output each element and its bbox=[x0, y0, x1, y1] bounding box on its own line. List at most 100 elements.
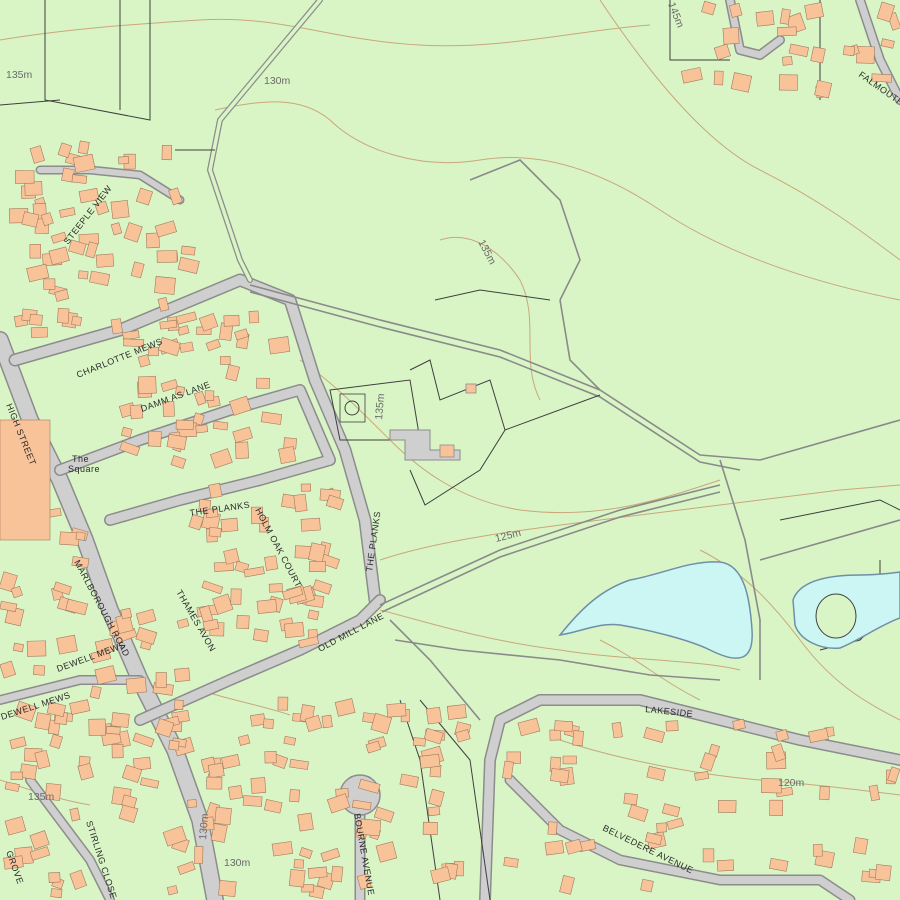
building bbox=[268, 583, 283, 593]
building bbox=[248, 310, 260, 324]
building bbox=[33, 664, 46, 676]
building bbox=[730, 72, 753, 93]
lake-island bbox=[815, 593, 857, 639]
map-canvas[interactable]: HIGH STREET CHARLOTTE MEWS DAMM AS LANE … bbox=[0, 0, 900, 900]
building bbox=[262, 718, 275, 729]
building bbox=[195, 424, 209, 434]
building bbox=[15, 170, 35, 184]
building bbox=[168, 740, 180, 751]
building bbox=[283, 621, 305, 639]
building bbox=[43, 278, 56, 290]
building bbox=[234, 441, 249, 459]
building bbox=[268, 336, 291, 355]
building bbox=[223, 314, 240, 327]
contour-label-120: 120m bbox=[778, 777, 805, 789]
contour-label-135-sw: 135m bbox=[28, 791, 55, 803]
building bbox=[562, 755, 577, 765]
building bbox=[230, 588, 242, 605]
os-map[interactable]: HIGH STREET CHARLOTTE MEWS DAMM AS LANE … bbox=[0, 0, 900, 900]
building bbox=[702, 848, 715, 863]
building bbox=[29, 313, 43, 326]
building bbox=[111, 743, 124, 759]
building bbox=[187, 799, 197, 808]
building bbox=[88, 718, 106, 736]
building bbox=[110, 318, 123, 335]
building bbox=[212, 420, 229, 431]
building bbox=[293, 493, 308, 513]
building bbox=[293, 859, 305, 869]
building bbox=[843, 45, 856, 57]
building bbox=[29, 244, 42, 259]
building bbox=[425, 706, 443, 725]
building bbox=[277, 696, 289, 711]
building bbox=[547, 821, 558, 836]
building bbox=[297, 812, 314, 832]
building bbox=[307, 609, 320, 621]
contour-label-135-centre: 135m bbox=[373, 393, 387, 420]
building bbox=[156, 250, 178, 263]
building bbox=[549, 768, 570, 784]
label-the-square-2: Square bbox=[68, 464, 100, 474]
building bbox=[48, 871, 61, 883]
building bbox=[412, 737, 426, 747]
building bbox=[95, 253, 115, 268]
building bbox=[419, 753, 441, 769]
building bbox=[856, 46, 875, 64]
building bbox=[271, 841, 294, 857]
building bbox=[264, 555, 279, 571]
building bbox=[874, 864, 892, 882]
building bbox=[810, 46, 826, 64]
building bbox=[623, 792, 638, 806]
building bbox=[228, 785, 243, 800]
building bbox=[665, 720, 679, 732]
building bbox=[78, 270, 89, 280]
building bbox=[180, 245, 196, 256]
building bbox=[137, 375, 157, 395]
building bbox=[208, 527, 222, 538]
building bbox=[717, 799, 737, 814]
building bbox=[813, 843, 823, 857]
building bbox=[250, 713, 266, 727]
building bbox=[446, 704, 467, 720]
contour-label-135-nw: 135m bbox=[6, 69, 33, 81]
building bbox=[175, 419, 194, 431]
building bbox=[814, 79, 833, 99]
building bbox=[716, 859, 735, 872]
building bbox=[288, 868, 306, 888]
building bbox=[776, 26, 797, 37]
building bbox=[242, 795, 263, 807]
building bbox=[386, 702, 407, 718]
building bbox=[852, 837, 869, 855]
building bbox=[549, 729, 562, 741]
building bbox=[220, 517, 239, 533]
building bbox=[214, 806, 232, 826]
building bbox=[722, 27, 740, 45]
building bbox=[264, 750, 277, 764]
building bbox=[611, 721, 623, 739]
building bbox=[804, 2, 825, 20]
building bbox=[26, 640, 47, 657]
building bbox=[154, 276, 176, 295]
building bbox=[427, 806, 441, 817]
building bbox=[755, 10, 775, 27]
contour-label-130-s: 130m bbox=[197, 813, 211, 840]
building bbox=[125, 677, 147, 694]
building bbox=[330, 865, 344, 883]
building bbox=[256, 377, 270, 389]
building bbox=[656, 822, 667, 833]
building bbox=[219, 356, 231, 365]
building bbox=[250, 777, 267, 794]
building bbox=[503, 856, 519, 868]
building bbox=[256, 598, 278, 614]
building bbox=[174, 699, 184, 710]
building bbox=[179, 341, 194, 353]
building bbox=[194, 846, 204, 864]
building bbox=[75, 531, 86, 541]
building bbox=[77, 140, 90, 155]
building bbox=[174, 667, 191, 683]
building bbox=[118, 156, 130, 165]
building bbox=[34, 712, 52, 731]
building bbox=[161, 144, 173, 161]
building bbox=[544, 840, 565, 856]
label-the-square-1: The bbox=[72, 454, 89, 464]
